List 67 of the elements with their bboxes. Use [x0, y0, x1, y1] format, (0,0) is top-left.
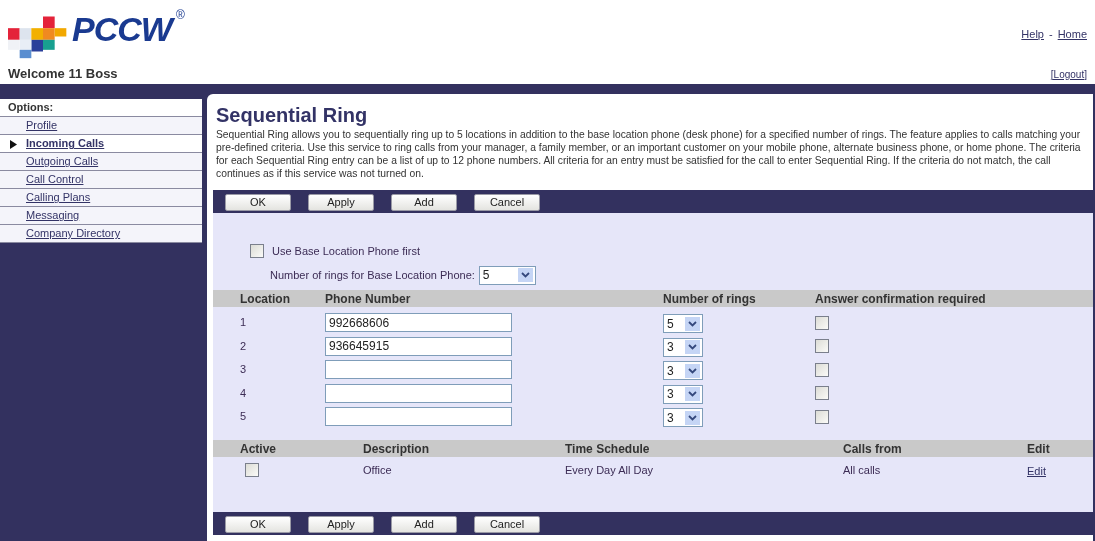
- link-separator: -: [1049, 27, 1053, 42]
- column-header: Number of rings: [663, 290, 757, 308]
- sidebar-item[interactable]: Messaging: [0, 207, 202, 225]
- phone-number-field[interactable]: 936645915: [325, 336, 512, 356]
- location-number: 4: [240, 385, 248, 401]
- form-button[interactable]: OK: [225, 194, 291, 211]
- description-cell-text: Office: [363, 462, 393, 478]
- form-button[interactable]: Apply: [308, 194, 374, 211]
- column-header: Time Schedule: [565, 441, 651, 458]
- rings-select[interactable]: 3: [663, 384, 703, 404]
- confirmation-checkbox[interactable]: [815, 339, 829, 353]
- sidebar-item[interactable]: Profile: [0, 117, 202, 135]
- base-rings-label: Number of rings for Base Location Phone:: [270, 267, 475, 283]
- calls-from-cell-text: All calls: [843, 462, 882, 478]
- rings-select[interactable]: 3: [663, 361, 703, 380]
- sidebar-item[interactable]: Call Control: [0, 171, 202, 189]
- sidebar-item[interactable]: Outgoing Calls: [0, 153, 202, 171]
- column-header: Calls from: [843, 441, 903, 458]
- chevron-down-icon: [520, 272, 530, 278]
- location-number: 3: [240, 362, 248, 378]
- base-phone-label: Use Base Location Phone first: [272, 244, 420, 259]
- column-header: Phone Number: [325, 290, 412, 308]
- header-link[interactable]: Help: [1021, 26, 1044, 43]
- rings-select[interactable]: 3: [663, 337, 703, 357]
- column-header: Edit: [1027, 441, 1051, 458]
- active-checkbox[interactable]: [245, 463, 259, 477]
- form-button[interactable]: Add: [391, 194, 457, 211]
- confirmation-checkbox[interactable]: [815, 409, 829, 424]
- column-header: Answer confirmation required: [815, 290, 987, 308]
- phone-number-field[interactable]: [325, 383, 512, 403]
- column-header: Active: [240, 441, 278, 458]
- column-header: Description: [363, 441, 430, 458]
- column-header: Location: [240, 290, 291, 308]
- rings-select[interactable]: 5: [478, 265, 536, 285]
- chevron-down-icon: [688, 344, 697, 350]
- confirmation-checkbox[interactable]: [815, 362, 829, 377]
- chevron-down-icon: [688, 414, 697, 421]
- chevron-down-icon: [688, 367, 697, 374]
- phone-number-field[interactable]: [325, 360, 512, 379]
- rings-select[interactable]: 5: [663, 314, 703, 333]
- form-button[interactable]: Cancel: [474, 516, 540, 533]
- form-button[interactable]: OK: [225, 516, 291, 533]
- rings-select[interactable]: 3: [663, 408, 703, 427]
- chevron-down-icon: [688, 391, 697, 397]
- pointer-arrow-icon: [10, 140, 17, 149]
- edit-link[interactable]: Edit: [1027, 465, 1046, 477]
- location-number: 5: [240, 409, 248, 425]
- form-button[interactable]: Apply: [308, 516, 374, 533]
- header-link[interactable]: Home: [1057, 26, 1087, 43]
- phone-number-field[interactable]: 992668606: [325, 313, 512, 332]
- location-number: 2: [240, 338, 248, 354]
- location-number: 1: [240, 315, 248, 331]
- welcome-text: Welcome 11 Boss: [8, 65, 118, 84]
- form-button[interactable]: Cancel: [474, 194, 540, 211]
- base-phone-checkbox[interactable]: [250, 244, 264, 259]
- logout-link[interactable]: [Logout]: [1050, 66, 1087, 82]
- description-text: Sequential Ring allows you to sequentially ring up to 5 locations in addition to the base location phone (desk phone) for a specified number of rings. The feature applies to calls matching your pre-defined criteria. Use this service to ring calls from your manager, a family member, or an important customer on your mobile phone, alternate business phone, or home phone. The criteria for each Sequential Ring entry can be a list of up to 12 phone numbers. All criteria for an entry must be satisfied for the call to enter Sequential Ring. If the criteria do not match, the call continues as if this service was not turned on.: [216, 128, 1082, 180]
- phone-number-field[interactable]: [325, 407, 512, 426]
- registered-mark: ®: [175, 7, 185, 24]
- page-title: Sequential Ring: [216, 103, 369, 127]
- sidebar-item[interactable]: Calling Plans: [0, 189, 202, 207]
- confirmation-checkbox[interactable]: [815, 386, 829, 400]
- schedule-cell-text: Every Day All Day: [565, 462, 655, 478]
- sidebar-item[interactable]: Company Directory: [0, 225, 202, 243]
- confirmation-checkbox[interactable]: [815, 315, 829, 330]
- chevron-down-icon: [688, 320, 697, 327]
- form-button[interactable]: Add: [391, 516, 457, 533]
